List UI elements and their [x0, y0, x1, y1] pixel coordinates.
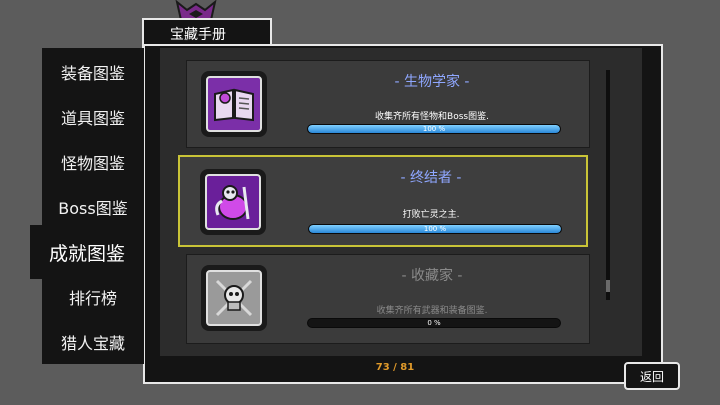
sidebar-item-equipment[interactable]: 装备图鉴 — [42, 50, 144, 94]
back-button-label: 返回 — [639, 369, 664, 384]
achievement-name: - 生物学家 - — [394, 74, 470, 90]
sidebar-item-items[interactable]: 道具图鉴 — [42, 95, 144, 139]
achievement-name: - 收藏家 - — [401, 268, 463, 284]
achievement-description: 收集齐所有武器和装备图鉴. — [376, 306, 488, 316]
progress-bar: 100 % — [308, 224, 562, 234]
spellbook-icon — [206, 76, 262, 132]
sidebar-item-hunter-treasure[interactable]: 猎人宝藏 — [42, 320, 144, 364]
undead-lord-icon — [205, 174, 261, 230]
achievement-card[interactable]: - 收藏家 - 收集齐所有武器和装备图鉴. 0 % — [186, 254, 590, 344]
achievement-description: 打败亡灵之主. — [402, 210, 460, 220]
achievement-card[interactable]: - 生物学家 - 收集齐所有怪物和Boss图鉴. 100 % — [186, 60, 590, 148]
scrollbar-thumb[interactable] — [606, 280, 610, 292]
back-button[interactable]: 返回 — [624, 362, 680, 390]
sidebar-item-leaderboard[interactable]: 排行榜 — [42, 275, 144, 319]
achievement-card-selected[interactable]: - 终结者 - 打败亡灵之主. 100 % — [178, 155, 588, 247]
progress-bar: 0 % — [307, 318, 561, 328]
skull-crossed-weapons-icon — [206, 270, 262, 326]
achievement-description: 收集齐所有怪物和Boss图鉴. — [375, 112, 489, 122]
sidebar-item-bosses[interactable]: Boss图鉴 — [42, 185, 144, 229]
progress-text: 100 % — [422, 125, 446, 133]
sidebar-item-achievements[interactable]: 成就图鉴 — [30, 225, 144, 279]
scrollbar-track[interactable] — [606, 70, 610, 300]
sidebar-item-monsters[interactable]: 怪物图鉴 — [42, 140, 144, 184]
achievement-name: - 终结者 - — [400, 170, 462, 186]
progress-text: 0 % — [427, 319, 441, 327]
achievement-counter: 73 / 81 — [375, 362, 415, 373]
progress-bar: 100 % — [307, 124, 561, 134]
progress-text: 100 % — [423, 225, 447, 233]
